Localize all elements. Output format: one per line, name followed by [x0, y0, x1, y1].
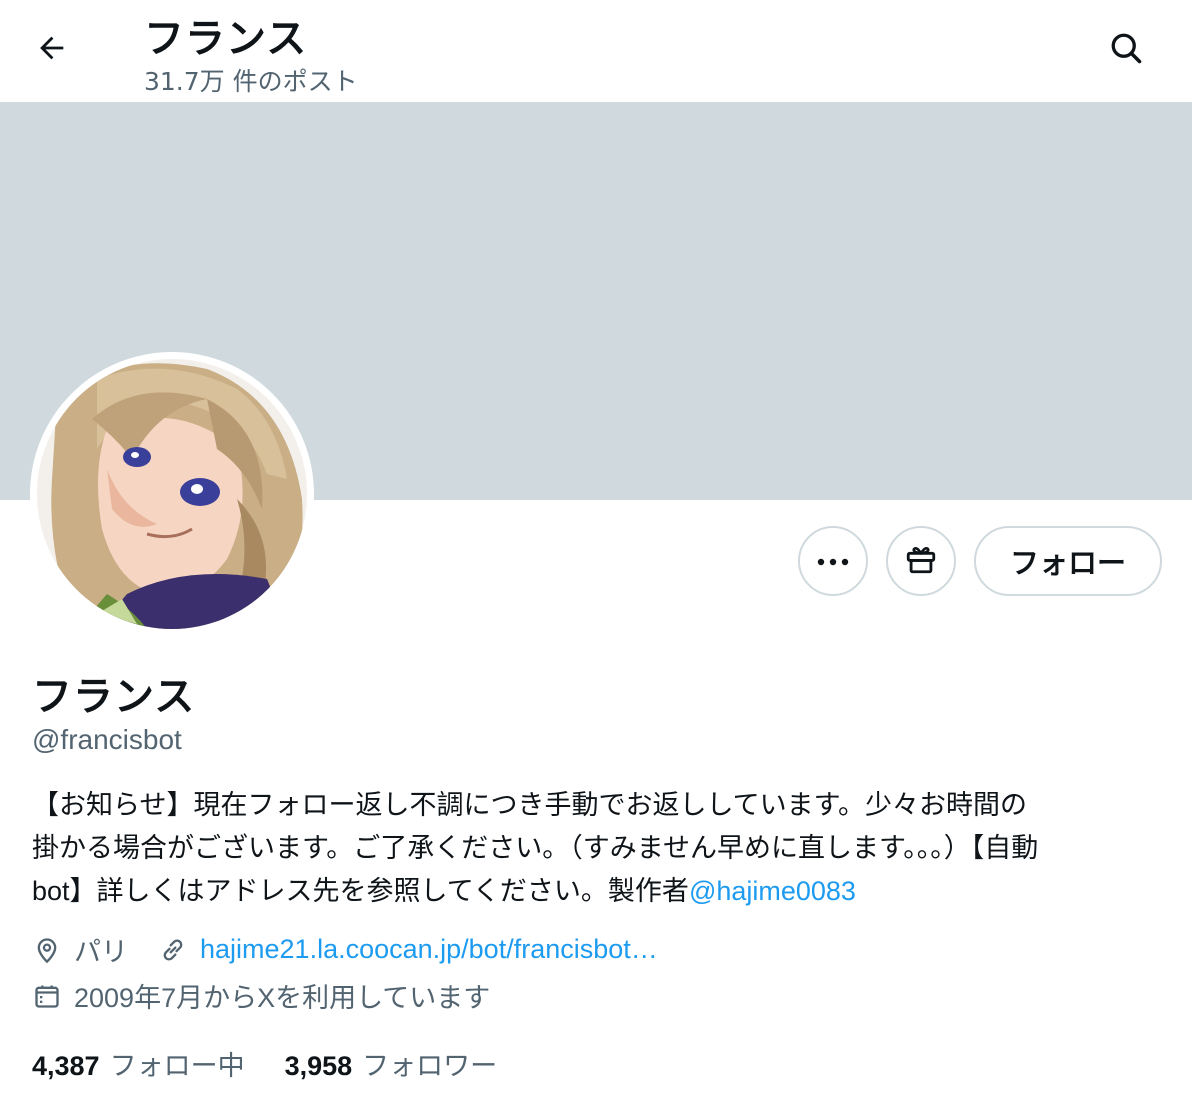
- bio-line: 掛かる場合がございます。ご了承ください。（すみません早めに直します。。。）【自動: [32, 833, 1039, 864]
- location-pin-icon: [32, 935, 62, 965]
- search-button[interactable]: [1098, 22, 1154, 78]
- calendar-icon: [32, 981, 62, 1011]
- profile-website-link[interactable]: hajime21.la.coocan.jp/bot/francisbot…: [200, 934, 658, 965]
- followers-link[interactable]: 3,958 フォロワー: [285, 1044, 538, 1083]
- back-button[interactable]: [24, 22, 80, 78]
- profile-handle: @francisbot: [32, 724, 182, 755]
- following-count: 4,387: [32, 1051, 100, 1081]
- followers-count: 3,958: [284, 1051, 353, 1081]
- profile-name: フランス: [32, 674, 196, 720]
- following-label: フォロー中: [109, 1051, 245, 1082]
- profile-location: パリ: [74, 937, 128, 968]
- profile-header: フランス 31.7万 件のポスト: [0, 0, 1192, 102]
- post-count: 31.7万 件のポスト: [144, 67, 358, 96]
- more-options-button[interactable]: [798, 526, 868, 596]
- more-icon: [816, 552, 850, 571]
- bio-text: bot: [32, 876, 70, 906]
- follow-stats: 4,387 フォロー中 3,958 フォロワー: [32, 1044, 537, 1083]
- profile-meta-row: パリ hajime21.la.coocan.jp/bot/francisbot…: [32, 930, 658, 969]
- gift-button[interactable]: [886, 526, 956, 596]
- search-icon: [1108, 30, 1144, 70]
- followers-label: フォロワー: [362, 1051, 498, 1082]
- bio-text: 】詳しくはアドレス先を参照してください。製作者: [69, 876, 689, 907]
- profile-meta-row: 2009年7月からXを利用しています: [32, 976, 490, 1015]
- bio-mention-link[interactable]: @hajime0083: [689, 876, 856, 906]
- profile-bio: 【お知らせ】現在フォロー返し不調につき手動でお返ししています。少々お時間の 掛か…: [32, 784, 1162, 913]
- link-icon: [158, 935, 188, 965]
- following-link[interactable]: 4,387 フォロー中: [32, 1044, 285, 1083]
- arrow-left-icon: [35, 31, 69, 69]
- follow-button[interactable]: フォロー: [974, 526, 1162, 596]
- bio-line: 【お知らせ】現在フォロー返し不調につき手動でお返ししています。少々お時間の: [32, 790, 1027, 821]
- avatar[interactable]: [37, 359, 307, 629]
- bio-line: bot】詳しくはアドレス先を参照してください。製作者@hajime0083: [32, 870, 1162, 913]
- header-title: フランス: [144, 16, 308, 62]
- gift-icon: [904, 542, 938, 580]
- profile-joined-date: 2009年7月からXを利用しています: [74, 983, 491, 1013]
